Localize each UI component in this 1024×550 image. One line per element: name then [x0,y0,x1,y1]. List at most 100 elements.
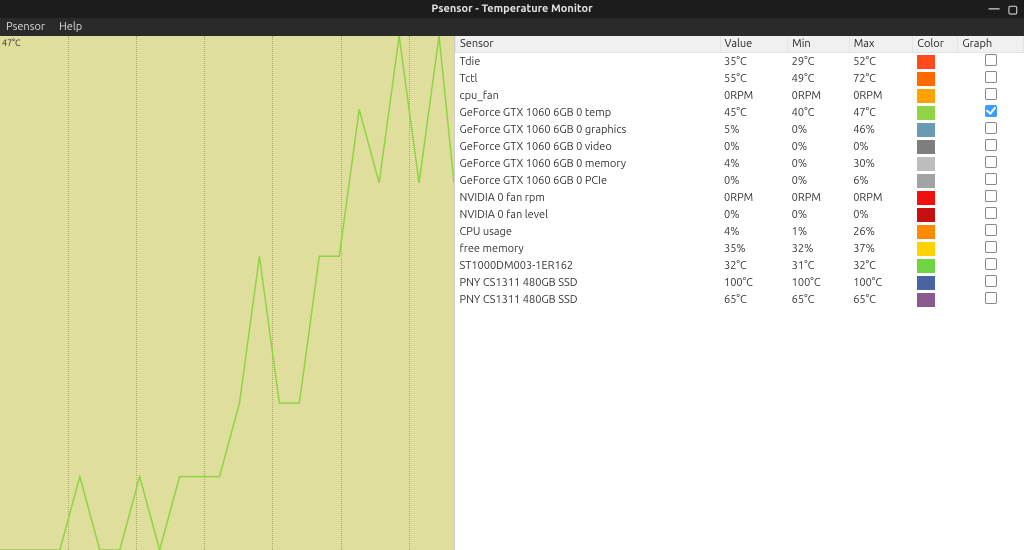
sensor-max: 46% [849,121,913,138]
graph-checkbox[interactable] [985,173,997,185]
graph-checkbox[interactable] [985,258,997,270]
col-header-max[interactable]: Max [849,36,913,53]
sensor-name: GeForce GTX 1060 6GB 0 graphics [456,121,721,138]
color-swatch[interactable] [917,106,935,120]
sensor-table: Sensor Value Min Max Color Graph Tdie35°… [455,36,1024,308]
graph-checkbox[interactable] [985,122,997,134]
table-row[interactable]: Tdie35°C29°C52°C [456,53,1024,71]
color-swatch[interactable] [917,293,935,307]
sensor-max: 0RPM [849,189,913,206]
sensor-min: 0RPM [788,189,850,206]
sensor-max: 52°C [849,53,913,71]
color-swatch[interactable] [917,242,935,256]
sensor-name: NVIDIA 0 fan level [456,206,721,223]
col-header-graph[interactable]: Graph [958,36,1024,53]
sensor-min: 100°C [788,274,850,291]
color-swatch[interactable] [917,225,935,239]
sensor-value: 5% [720,121,788,138]
sensor-min: 0% [788,121,850,138]
col-header-value[interactable]: Value [720,36,788,53]
sensor-name: free memory [456,240,721,257]
sensor-max: 0RPM [849,87,913,104]
color-swatch[interactable] [917,259,935,273]
graph-checkbox[interactable] [985,71,997,83]
table-row[interactable]: Tctl55°C49°C72°C [456,70,1024,87]
color-swatch[interactable] [917,140,935,154]
sensor-name: CPU usage [456,223,721,240]
table-row[interactable]: free memory35%32%37% [456,240,1024,257]
sensor-max: 32°C [849,257,913,274]
table-row[interactable]: NVIDIA 0 fan level0%0%0% [456,206,1024,223]
maximize-button[interactable]: ▢ [1008,3,1018,16]
table-row[interactable]: GeForce GTX 1060 6GB 0 video0%0%0% [456,138,1024,155]
graph-checkbox[interactable] [985,139,997,151]
sensor-value: 55°C [720,70,788,87]
sensor-min: 0% [788,138,850,155]
color-swatch[interactable] [917,174,935,188]
table-row[interactable]: GeForce GTX 1060 6GB 0 temp45°C40°C47°C [456,104,1024,121]
sensor-min: 0% [788,206,850,223]
menu-help[interactable]: Help [59,21,82,33]
table-row[interactable]: GeForce GTX 1060 6GB 0 PCIe0%0%6% [456,172,1024,189]
color-swatch[interactable] [917,191,935,205]
graph-checkbox[interactable] [985,207,997,219]
window-title: Psensor - Temperature Monitor [431,3,592,15]
table-row[interactable]: PNY CS1311 480GB SSD65°C65°C65°C [456,291,1024,308]
graph-checkbox[interactable] [985,190,997,202]
sensor-min: 0% [788,155,850,172]
table-row[interactable]: GeForce GTX 1060 6GB 0 graphics5%0%46% [456,121,1024,138]
sensor-max: 65°C [849,291,913,308]
sensor-min: 40°C [788,104,850,121]
table-row[interactable]: CPU usage4%1%26% [456,223,1024,240]
graph-checkbox[interactable] [985,241,997,253]
table-row[interactable]: cpu_fan0RPM0RPM0RPM [456,87,1024,104]
table-row[interactable]: ST1000DM003-1ER16232°C31°C32°C [456,257,1024,274]
col-header-color[interactable]: Color [913,36,958,53]
col-header-min[interactable]: Min [788,36,850,53]
graph-checkbox[interactable] [985,105,997,117]
color-swatch[interactable] [917,89,935,103]
sensor-max: 0% [849,206,913,223]
sensor-value: 35°C [720,53,788,71]
color-swatch[interactable] [917,55,935,69]
sensor-max: 6% [849,172,913,189]
color-swatch[interactable] [917,123,935,137]
sensor-min: 0% [788,172,850,189]
graph-checkbox[interactable] [985,292,997,304]
sensor-value: 4% [720,155,788,172]
chart-line [0,36,454,550]
menu-psensor[interactable]: Psensor [6,21,45,33]
graph-checkbox[interactable] [985,275,997,287]
sensor-value: 0% [720,138,788,155]
sensor-name: GeForce GTX 1060 6GB 0 PCIe [456,172,721,189]
sensor-name: Tctl [456,70,721,87]
color-swatch[interactable] [917,276,935,290]
sensor-value: 32°C [720,257,788,274]
menubar: Psensor Help [0,18,1024,36]
sensor-min: 32% [788,240,850,257]
sensor-min: 65°C [788,291,850,308]
sensor-name: GeForce GTX 1060 6GB 0 temp [456,104,721,121]
table-row[interactable]: GeForce GTX 1060 6GB 0 memory4%0%30% [456,155,1024,172]
table-row[interactable]: NVIDIA 0 fan rpm0RPM0RPM0RPM [456,189,1024,206]
sensor-min: 0RPM [788,87,850,104]
sensor-max: 37% [849,240,913,257]
sensor-value: 4% [720,223,788,240]
graph-checkbox[interactable] [985,224,997,236]
sensor-value: 100°C [720,274,788,291]
color-swatch[interactable] [917,72,935,86]
sensor-value: 0% [720,172,788,189]
col-header-sensor[interactable]: Sensor [456,36,721,53]
graph-checkbox[interactable] [985,54,997,66]
sensor-max: 0% [849,138,913,155]
graph-checkbox[interactable] [985,156,997,168]
sensor-table-area: Sensor Value Min Max Color Graph Tdie35°… [455,36,1024,550]
minimize-button[interactable]: — [989,3,1000,15]
sensor-max: 47°C [849,104,913,121]
sensor-value: 65°C [720,291,788,308]
titlebar: Psensor - Temperature Monitor — ▢ [0,0,1024,18]
graph-checkbox[interactable] [985,88,997,100]
table-row[interactable]: PNY CS1311 480GB SSD100°C100°C100°C [456,274,1024,291]
color-swatch[interactable] [917,157,935,171]
color-swatch[interactable] [917,208,935,222]
